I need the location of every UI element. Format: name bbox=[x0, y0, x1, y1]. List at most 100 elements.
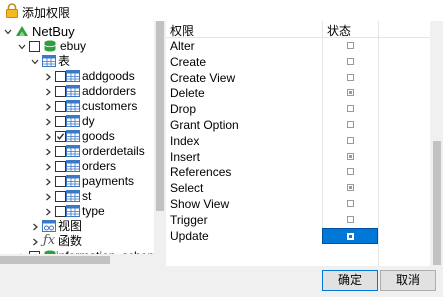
table-checkbox[interactable] bbox=[55, 161, 66, 172]
permission-row[interactable]: Update bbox=[166, 227, 430, 244]
permission-row[interactable]: Create bbox=[166, 53, 430, 70]
chevron-right-icon[interactable] bbox=[44, 163, 52, 171]
chevron-right-icon[interactable] bbox=[44, 103, 52, 111]
tree-table-row[interactable]: dy bbox=[0, 114, 154, 129]
tree-table-row[interactable]: goods bbox=[0, 129, 154, 144]
table-checkbox[interactable] bbox=[55, 191, 66, 202]
database-checkbox[interactable] bbox=[29, 41, 40, 52]
status-cell[interactable] bbox=[322, 38, 378, 54]
permission-row[interactable]: Alter bbox=[166, 38, 430, 54]
tree-tables-node[interactable]: 表 bbox=[0, 54, 154, 69]
tree-vertical-scrollbar[interactable] bbox=[154, 21, 166, 266]
header-privilege: 权限 bbox=[170, 24, 195, 38]
status-checkbox[interactable] bbox=[347, 136, 354, 144]
table-label: goods bbox=[82, 129, 115, 143]
chevron-right-icon[interactable] bbox=[44, 178, 52, 186]
permission-row[interactable]: Drop bbox=[166, 101, 430, 118]
tree-table-row[interactable]: addorders bbox=[0, 84, 154, 99]
chevron-right-icon[interactable] bbox=[44, 208, 52, 216]
table-checkbox[interactable] bbox=[55, 206, 66, 217]
table-label: type bbox=[82, 204, 105, 218]
status-checkbox[interactable] bbox=[347, 168, 354, 176]
status-cell[interactable] bbox=[322, 85, 378, 102]
status-cell[interactable] bbox=[322, 148, 378, 165]
status-cell[interactable] bbox=[322, 180, 378, 197]
status-checkbox[interactable] bbox=[347, 184, 354, 192]
status-cell[interactable] bbox=[322, 69, 378, 86]
permission-row[interactable]: Insert bbox=[166, 148, 430, 165]
chevron-right-icon[interactable] bbox=[44, 133, 52, 141]
permission-row[interactable]: References bbox=[166, 164, 430, 181]
tree-functions-node[interactable]: ƒx 函数 bbox=[0, 233, 154, 249]
permissions-grid[interactable]: 权限 状态 Alter Create Create View Delete Drop Gr… bbox=[166, 21, 430, 266]
chevron-down-icon[interactable] bbox=[31, 58, 39, 66]
tree-table-row[interactable]: type bbox=[0, 204, 154, 219]
status-cell[interactable] bbox=[322, 101, 378, 118]
status-checkbox[interactable] bbox=[347, 57, 354, 65]
chevron-right-icon[interactable] bbox=[44, 148, 52, 156]
status-checkbox[interactable] bbox=[347, 89, 354, 97]
status-cell[interactable] bbox=[322, 227, 378, 244]
tree-connection[interactable]: NetBuy bbox=[0, 24, 154, 39]
permission-row[interactable]: Index bbox=[166, 132, 430, 149]
status-cell[interactable] bbox=[322, 132, 378, 149]
object-tree[interactable]: NetBuy ebuy 表 addgoods addorders custome… bbox=[0, 21, 166, 266]
chevron-right-icon[interactable] bbox=[44, 118, 52, 126]
status-checkbox[interactable] bbox=[347, 105, 354, 113]
permission-row[interactable]: Grant Option bbox=[166, 117, 430, 133]
permission-name: Alter bbox=[170, 39, 195, 53]
table-checkbox[interactable] bbox=[55, 101, 66, 112]
chevron-right-icon[interactable] bbox=[44, 73, 52, 81]
chevron-down-icon[interactable] bbox=[18, 43, 26, 51]
tree-table-row[interactable]: payments bbox=[0, 174, 154, 189]
status-cell[interactable] bbox=[322, 53, 378, 70]
permission-row[interactable]: Trigger bbox=[166, 211, 430, 228]
grid-divider bbox=[378, 37, 379, 266]
status-cell[interactable] bbox=[322, 164, 378, 181]
tree-horizontal-scrollbar[interactable] bbox=[0, 254, 154, 266]
status-checkbox[interactable] bbox=[347, 232, 354, 240]
table-icon bbox=[66, 160, 80, 172]
cancel-button[interactable]: 取消 bbox=[380, 270, 436, 291]
status-checkbox[interactable] bbox=[347, 215, 354, 223]
scroll-thumb[interactable] bbox=[0, 256, 110, 264]
permission-row[interactable]: Select bbox=[166, 180, 430, 197]
tree-table-row[interactable]: addgoods bbox=[0, 69, 154, 84]
chevron-right-icon[interactable] bbox=[31, 238, 39, 246]
table-checkbox[interactable] bbox=[55, 131, 66, 142]
tree-table-row[interactable]: orders bbox=[0, 159, 154, 174]
grid-vertical-scrollbar[interactable] bbox=[430, 21, 443, 266]
status-cell[interactable] bbox=[322, 196, 378, 212]
table-checkbox[interactable] bbox=[55, 146, 66, 157]
ok-button[interactable]: 确定 bbox=[322, 270, 378, 291]
scroll-thumb[interactable] bbox=[433, 141, 441, 265]
chevron-right-icon[interactable] bbox=[44, 88, 52, 96]
table-icon bbox=[66, 85, 80, 97]
status-checkbox[interactable] bbox=[347, 121, 354, 128]
tree-table-row[interactable]: customers bbox=[0, 99, 154, 114]
scroll-thumb[interactable] bbox=[156, 21, 164, 211]
table-checkbox[interactable] bbox=[55, 176, 66, 187]
tree-table-row[interactable]: orderdetails bbox=[0, 144, 154, 159]
tree-database[interactable]: ebuy bbox=[0, 39, 154, 54]
table-checkbox[interactable] bbox=[55, 86, 66, 97]
status-checkbox[interactable] bbox=[347, 42, 354, 49]
status-checkbox[interactable] bbox=[347, 152, 354, 160]
permission-row[interactable]: Create View bbox=[166, 69, 430, 86]
status-checkbox[interactable] bbox=[347, 73, 354, 81]
status-cell[interactable] bbox=[322, 211, 378, 228]
table-checkbox[interactable] bbox=[55, 71, 66, 82]
tables-folder-icon bbox=[42, 55, 56, 67]
chevron-down-icon[interactable] bbox=[4, 28, 12, 36]
table-checkbox[interactable] bbox=[55, 116, 66, 127]
status-cell[interactable] bbox=[322, 117, 378, 133]
status-checkbox[interactable] bbox=[347, 200, 354, 207]
permission-row[interactable]: Delete bbox=[166, 85, 430, 102]
table-label: dy bbox=[82, 114, 95, 128]
permission-row[interactable]: Show View bbox=[166, 196, 430, 212]
tree-table-row[interactable]: st bbox=[0, 189, 154, 204]
chevron-right-icon[interactable] bbox=[44, 193, 52, 201]
chevron-right-icon[interactable] bbox=[31, 223, 39, 231]
table-icon bbox=[66, 130, 80, 142]
tree-views-node[interactable]: 视图 bbox=[0, 219, 154, 234]
